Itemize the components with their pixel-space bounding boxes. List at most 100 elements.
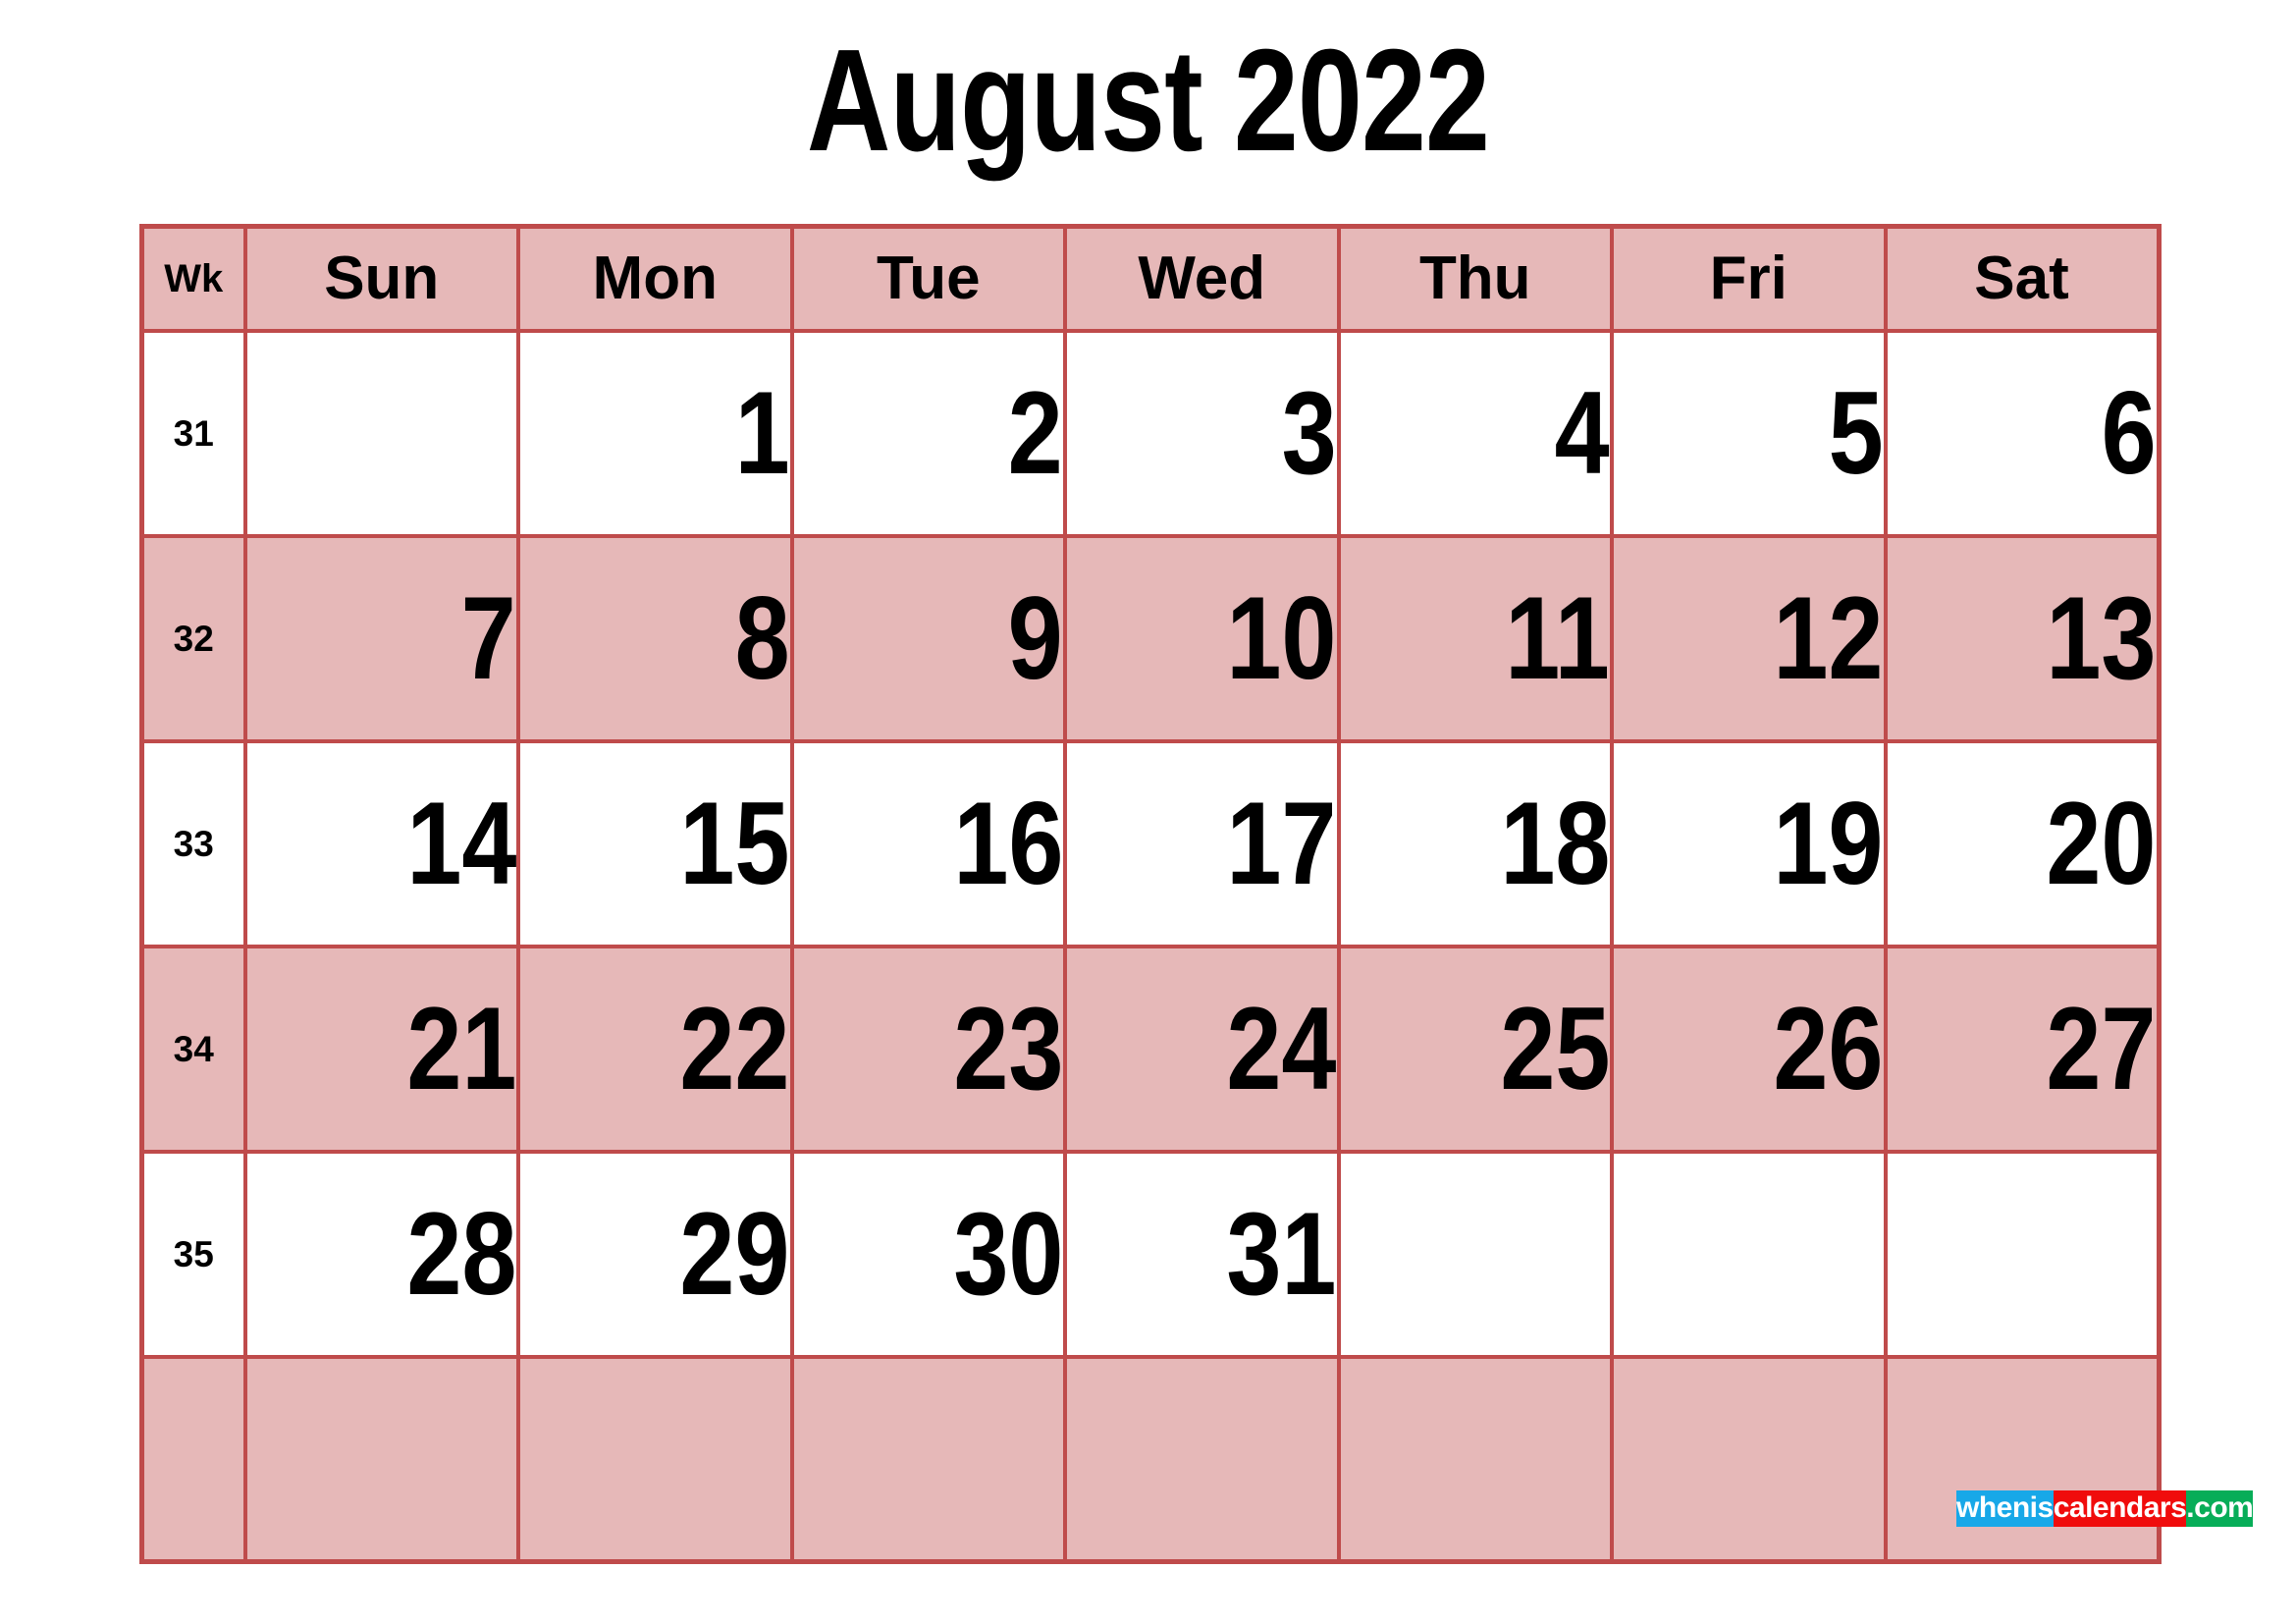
day-cell[interactable]: 20 xyxy=(1883,738,2161,948)
day-cell[interactable]: 4 xyxy=(1336,328,1614,538)
page-title: August 2022 xyxy=(806,20,1490,182)
day-cell[interactable]: 18 xyxy=(1336,738,1614,948)
day-number: 10 xyxy=(1226,572,1337,704)
calendar-header-row: Wk Sun Mon Tue Wed Thu Fri Sat xyxy=(139,224,2161,333)
day-number: 23 xyxy=(952,983,1063,1114)
day-number: 7 xyxy=(460,572,516,704)
day-cell[interactable]: 31 xyxy=(1063,1149,1341,1359)
week-number-cell: 35 xyxy=(139,1149,247,1359)
day-cell[interactable]: 15 xyxy=(516,738,794,948)
week-number-cell: 31 xyxy=(139,328,247,538)
day-number: 6 xyxy=(2101,367,2157,499)
week-row: 31 1 2 3 4 5 6 xyxy=(139,328,2161,538)
day-cell[interactable]: 27 xyxy=(1883,944,2161,1154)
day-cell[interactable]: 1 xyxy=(516,328,794,538)
header-day-thu: Thu xyxy=(1336,224,1614,333)
day-number: 18 xyxy=(1499,778,1610,909)
day-number: 11 xyxy=(1505,572,1610,704)
header-week-label: Wk xyxy=(139,224,247,333)
day-cell[interactable]: 9 xyxy=(789,533,1067,743)
day-number: 16 xyxy=(952,778,1063,909)
day-cell[interactable]: 7 xyxy=(242,533,520,743)
day-cell[interactable] xyxy=(242,1354,520,1564)
day-cell[interactable]: 13 xyxy=(1883,533,2161,743)
day-number: 28 xyxy=(405,1188,516,1320)
week-number-cell: 34 xyxy=(139,944,247,1154)
calendar-body: 31 1 2 3 4 5 6 32 7 8 9 10 11 12 13 33 1… xyxy=(139,328,2161,1564)
day-number: 22 xyxy=(679,983,790,1114)
day-cell[interactable]: 25 xyxy=(1336,944,1614,1154)
watermark-part-whenis: whenis xyxy=(1956,1490,2054,1527)
week-number-cell: 32 xyxy=(139,533,247,743)
day-number: 19 xyxy=(1773,778,1884,909)
day-cell[interactable]: 28 xyxy=(242,1149,520,1359)
day-cell[interactable] xyxy=(789,1354,1067,1564)
week-number-cell xyxy=(139,1354,247,1564)
day-number: 15 xyxy=(679,778,790,909)
day-cell[interactable] xyxy=(1063,1354,1341,1564)
day-cell[interactable]: 16 xyxy=(789,738,1067,948)
day-number: 17 xyxy=(1226,778,1337,909)
day-cell[interactable]: 14 xyxy=(242,738,520,948)
day-number: 1 xyxy=(734,367,790,499)
header-day-fri: Fri xyxy=(1610,224,1888,333)
header-day-mon: Mon xyxy=(516,224,794,333)
day-number: 29 xyxy=(679,1188,790,1320)
day-number: 8 xyxy=(734,572,790,704)
day-number: 12 xyxy=(1773,572,1884,704)
day-number: 27 xyxy=(2046,983,2157,1114)
site-watermark[interactable]: wheniscalendars.com xyxy=(1956,1490,2254,1527)
day-cell[interactable]: 5 xyxy=(1610,328,1888,538)
day-number: 21 xyxy=(405,983,516,1114)
watermark-part-domain: .com xyxy=(2186,1490,2254,1527)
day-cell[interactable] xyxy=(1336,1354,1614,1564)
day-cell[interactable] xyxy=(1610,1354,1888,1564)
day-cell[interactable] xyxy=(1610,1149,1888,1359)
day-cell[interactable] xyxy=(516,1354,794,1564)
day-cell[interactable]: 8 xyxy=(516,533,794,743)
week-row: 34 21 22 23 24 25 26 27 xyxy=(139,944,2161,1154)
day-cell[interactable]: 21 xyxy=(242,944,520,1154)
day-cell[interactable]: 17 xyxy=(1063,738,1341,948)
week-row: 33 14 15 16 17 18 19 20 xyxy=(139,738,2161,948)
day-number: 9 xyxy=(1007,572,1063,704)
day-number: 20 xyxy=(2046,778,2157,909)
day-number: 13 xyxy=(2046,572,2157,704)
day-cell[interactable] xyxy=(1883,1354,2161,1564)
day-cell[interactable]: 26 xyxy=(1610,944,1888,1154)
day-cell[interactable]: 23 xyxy=(789,944,1067,1154)
day-cell[interactable]: 12 xyxy=(1610,533,1888,743)
calendar-page: August 2022 Wk Sun Mon Tue Wed Thu Fri S… xyxy=(0,0,2296,1624)
calendar-table: Wk Sun Mon Tue Wed Thu Fri Sat 31 1 2 3 xyxy=(139,224,2162,1564)
day-cell[interactable]: 19 xyxy=(1610,738,1888,948)
header-day-wed: Wed xyxy=(1063,224,1341,333)
watermark-part-calendars: calendars xyxy=(2053,1490,2187,1527)
header-day-tue: Tue xyxy=(789,224,1067,333)
week-row: 32 7 8 9 10 11 12 13 xyxy=(139,533,2161,743)
day-cell[interactable]: 10 xyxy=(1063,533,1341,743)
day-cell[interactable] xyxy=(1336,1149,1614,1359)
day-number: 24 xyxy=(1226,983,1337,1114)
calendar-grid-wrapper: Wk Sun Mon Tue Wed Thu Fri Sat 31 1 2 3 xyxy=(139,224,2162,1564)
week-number-cell: 33 xyxy=(139,738,247,948)
day-number: 31 xyxy=(1226,1188,1337,1320)
day-number: 4 xyxy=(1554,367,1610,499)
day-cell[interactable] xyxy=(1883,1149,2161,1359)
day-number: 25 xyxy=(1499,983,1610,1114)
day-number: 5 xyxy=(1828,367,1884,499)
day-cell[interactable] xyxy=(242,328,520,538)
day-cell[interactable]: 2 xyxy=(789,328,1067,538)
header-day-sat: Sat xyxy=(1883,224,2161,333)
day-number: 30 xyxy=(952,1188,1063,1320)
day-cell[interactable]: 3 xyxy=(1063,328,1341,538)
day-cell[interactable]: 29 xyxy=(516,1149,794,1359)
day-number: 26 xyxy=(1773,983,1884,1114)
day-number: 3 xyxy=(1281,367,1337,499)
day-cell[interactable]: 30 xyxy=(789,1149,1067,1359)
day-cell[interactable]: 22 xyxy=(516,944,794,1154)
day-cell[interactable]: 24 xyxy=(1063,944,1341,1154)
day-cell[interactable]: 6 xyxy=(1883,328,2161,538)
day-cell[interactable]: 11 xyxy=(1336,533,1614,743)
day-number: 14 xyxy=(405,778,516,909)
header-day-sun: Sun xyxy=(242,224,520,333)
